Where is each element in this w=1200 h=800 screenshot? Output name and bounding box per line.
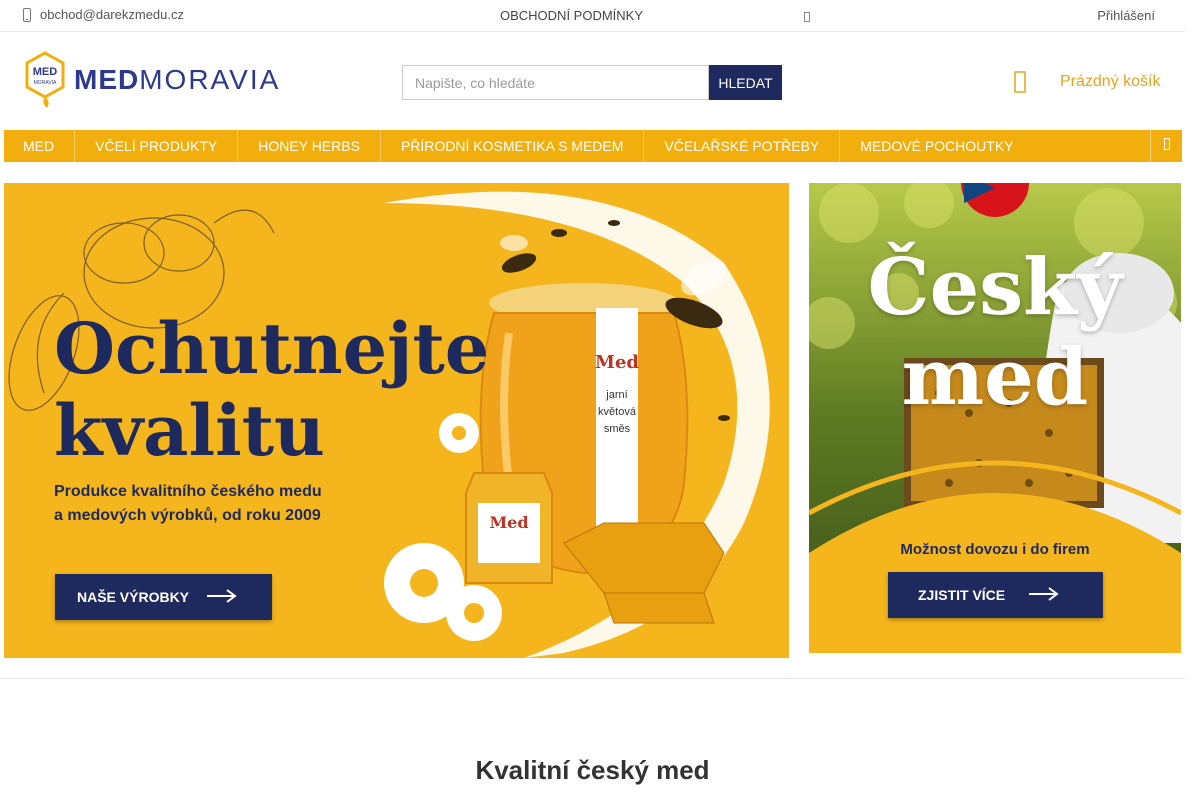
placeholder-icon bbox=[804, 10, 810, 22]
cart-label: Prázdný košík bbox=[1060, 73, 1161, 90]
site-header: MED MORAVIA MED MORAVIA HLEDAT Prázdný k… bbox=[0, 32, 1185, 130]
svg-text:směs: směs bbox=[604, 423, 631, 435]
section-title: Kvalitní český med bbox=[475, 755, 710, 785]
banner-right-note: Možnost dovozu i do firem bbox=[900, 541, 1090, 558]
search-input[interactable] bbox=[402, 65, 709, 100]
top-bar: obchod@darekzmedu.cz OBCHODNÍ PODMÍNKY P… bbox=[0, 0, 1185, 32]
banner-ochutnejte-kvalitu[interactable]: Med jarní květová směs Med Ochutnejte kv… bbox=[4, 183, 789, 658]
banner-left-heading: Ochutnejte kvalitu bbox=[54, 307, 490, 472]
nav-item-med[interactable]: MED bbox=[4, 130, 76, 162]
banner-left-subtitle: Produkce kvalitního českého medu a medov… bbox=[54, 483, 322, 524]
contact-email[interactable]: obchod@darekzmedu.cz bbox=[22, 7, 184, 22]
arrow-right-icon bbox=[1029, 586, 1059, 604]
banner-cesky-med[interactable]: Český med Možnost dovozu i do firem ZJIS… bbox=[809, 183, 1181, 653]
nav-item-vceli-produkty[interactable]: VČELÍ PRODUKTY bbox=[75, 130, 239, 162]
search-button[interactable]: HLEDAT bbox=[709, 65, 782, 100]
site-logo[interactable]: MED MORAVIA MED MORAVIA bbox=[24, 50, 278, 110]
svg-text:MED: MED bbox=[33, 66, 58, 78]
cart-icon bbox=[1014, 71, 1026, 93]
arrow-right-icon bbox=[207, 588, 237, 606]
menu-more-icon bbox=[1163, 137, 1170, 155]
svg-text:MORAVIA: MORAVIA bbox=[34, 80, 57, 86]
main-navigation: MED VČELÍ PRODUKTY HONEY HERBS PŘÍRODNÍ … bbox=[4, 130, 1182, 162]
nav-item-medove-pochoutky[interactable]: MEDOVÉ POCHOUTKY bbox=[840, 130, 1033, 162]
logo-word-bold: MED bbox=[74, 64, 140, 95]
honey-drop-logo-icon: MED MORAVIA bbox=[24, 51, 66, 109]
cart-link[interactable]: Prázdný košík bbox=[1014, 70, 1160, 94]
logo-word-light: MORAVIA bbox=[139, 64, 281, 95]
phone-icon bbox=[22, 7, 32, 22]
our-products-button[interactable]: NAŠE VÝROBKY bbox=[55, 574, 272, 620]
section-divider bbox=[0, 678, 1185, 679]
nav-item-vcelarske-potreby[interactable]: VČELAŘSKÉ POTŘEBY bbox=[644, 130, 841, 162]
banner-right-heading: Český med bbox=[867, 242, 1123, 423]
search-form: HLEDAT bbox=[402, 65, 782, 100]
nav-item-prirodni-kosmetika[interactable]: PŘÍRODNÍ KOSMETIKA S MEDEM bbox=[381, 130, 645, 162]
svg-text:Med: Med bbox=[595, 352, 639, 373]
login-link[interactable]: Přihlášení bbox=[1097, 8, 1155, 23]
logo-wordmark: MED MORAVIA bbox=[74, 64, 280, 96]
learn-more-button[interactable]: ZJISTIT VÍCE bbox=[888, 572, 1103, 618]
contact-email-text: obchod@darekzmedu.cz bbox=[40, 7, 184, 22]
svg-text:jarní: jarní bbox=[605, 389, 627, 401]
svg-text:květová: květová bbox=[598, 406, 637, 418]
nav-item-honey-herbs[interactable]: HONEY HERBS bbox=[238, 130, 381, 162]
terms-link[interactable]: OBCHODNÍ PODMÍNKY bbox=[500, 8, 643, 23]
svg-text:Med: Med bbox=[489, 513, 528, 532]
nav-more-button[interactable] bbox=[1150, 130, 1182, 162]
